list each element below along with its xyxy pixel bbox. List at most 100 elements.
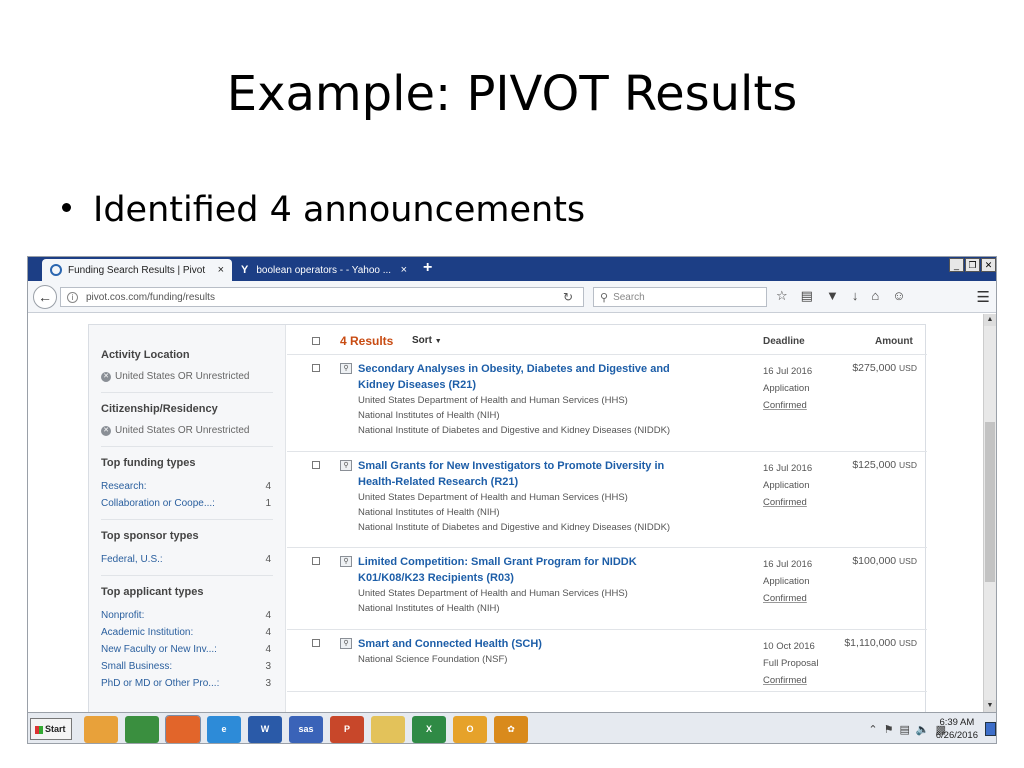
result-title-link[interactable]: Smart and Connected Health (SCH) bbox=[358, 636, 743, 652]
document-preview-icon[interactable]: ⚲ bbox=[340, 460, 352, 471]
scroll-thumb[interactable] bbox=[985, 422, 995, 582]
pocket-icon[interactable]: ▼ bbox=[826, 288, 839, 304]
network-icon[interactable]: ▤ bbox=[899, 723, 909, 736]
facet-option[interactable]: New Faculty or New Inv...: 4 bbox=[101, 644, 273, 655]
result-row: ⚲ Small Grants for New Investigators to … bbox=[287, 452, 927, 548]
powerpoint-icon[interactable]: P bbox=[330, 716, 364, 743]
tray-expand-icon[interactable]: ⌃ bbox=[868, 723, 877, 736]
facet-option-label: PhD or MD or Other Pro...: bbox=[101, 678, 220, 689]
tab-yahoo[interactable]: Y boolean operators - - Yahoo ... × bbox=[233, 259, 415, 281]
bullet-dot bbox=[62, 202, 71, 212]
facet-sponsor-types: Top sponsor types Federal, U.S.: 4 bbox=[89, 520, 285, 565]
sort-dropdown[interactable]: Sort ▼ bbox=[412, 335, 442, 346]
reading-list-icon[interactable]: ▤ bbox=[801, 288, 813, 304]
currency: USD bbox=[899, 556, 917, 566]
home-icon[interactable]: ⌂ bbox=[871, 288, 879, 304]
show-desktop-button[interactable] bbox=[985, 722, 996, 736]
amount-value: $125,000 bbox=[852, 459, 897, 471]
deadline-status: Confirmed bbox=[763, 497, 807, 508]
facet-option-count: 1 bbox=[265, 498, 271, 509]
pivot-icon bbox=[50, 264, 62, 276]
start-label: Start bbox=[45, 724, 66, 734]
filter-chip[interactable]: ✕ United States OR Unrestricted bbox=[101, 371, 273, 382]
result-title-link[interactable]: Small Grants for New Investigators to Pr… bbox=[358, 458, 743, 490]
facet-option[interactable]: Small Business: 3 bbox=[101, 661, 273, 672]
select-all-checkbox[interactable] bbox=[312, 337, 320, 345]
minimize-button[interactable]: _ bbox=[949, 258, 964, 272]
tab-funding-search[interactable]: Funding Search Results | Pivot × bbox=[42, 259, 232, 281]
vertical-scrollbar[interactable]: ▲ ▼ bbox=[983, 314, 996, 712]
emoji-icon[interactable]: ☺ bbox=[892, 288, 905, 304]
facet-option[interactable]: PhD or MD or Other Pro...: 3 bbox=[101, 678, 273, 689]
new-tab-button[interactable]: + bbox=[423, 259, 432, 277]
flower-app-icon[interactable]: ✿ bbox=[494, 716, 528, 743]
navigation-bar: ← i pivot.cos.com/funding/results ↻ ⚲ Se… bbox=[28, 281, 996, 313]
address-bar[interactable]: i pivot.cos.com/funding/results bbox=[60, 287, 584, 307]
close-icon[interactable]: × bbox=[218, 264, 224, 276]
start-button[interactable]: Start bbox=[30, 718, 72, 740]
bookmark-star-icon[interactable]: ☆ bbox=[776, 288, 788, 304]
document-preview-icon[interactable]: ⚲ bbox=[340, 363, 352, 374]
yahoo-icon: Y bbox=[241, 264, 249, 276]
bullet-text: Identified 4 announcements bbox=[93, 190, 586, 230]
facet-option[interactable]: Federal, U.S.: 4 bbox=[101, 554, 273, 565]
browser-screenshot: Funding Search Results | Pivot × Y boole… bbox=[27, 256, 997, 744]
deadline-info: 16 Jul 2016 Application Confirmed bbox=[763, 363, 812, 414]
result-checkbox[interactable] bbox=[312, 461, 320, 469]
word-icon[interactable]: W bbox=[248, 716, 282, 743]
currency: USD bbox=[899, 460, 917, 470]
result-checkbox[interactable] bbox=[312, 557, 320, 565]
document-preview-icon[interactable]: ⚲ bbox=[340, 556, 352, 567]
folder-icon[interactable] bbox=[371, 716, 405, 743]
result-title-link[interactable]: Secondary Analyses in Obesity, Diabetes … bbox=[358, 361, 743, 393]
system-tray: ⌃ ⚑ ▤ 🔈 ▩ bbox=[868, 723, 946, 736]
reload-icon[interactable]: ↻ bbox=[563, 290, 573, 304]
sponsor-name: United States Department of Health and H… bbox=[358, 395, 628, 406]
search-input[interactable]: ⚲ Search bbox=[593, 287, 767, 307]
outlook-express-icon[interactable] bbox=[84, 716, 118, 743]
facet-option[interactable]: Nonprofit: 4 bbox=[101, 610, 273, 621]
facet-option-count: 4 bbox=[265, 610, 271, 621]
excel-icon[interactable]: X bbox=[412, 716, 446, 743]
facet-option-label: New Faculty or New Inv...: bbox=[101, 644, 217, 655]
facet-option-label: Small Business: bbox=[101, 661, 173, 672]
outlook-icon[interactable]: O bbox=[453, 716, 487, 743]
results-panel: Activity Location ✕ United States OR Unre… bbox=[88, 324, 927, 715]
result-title-link[interactable]: Limited Competition: Small Grant Program… bbox=[358, 554, 743, 586]
result-checkbox[interactable] bbox=[312, 364, 320, 372]
flag-tray-icon[interactable]: ⚑ bbox=[884, 723, 894, 736]
internet-explorer-icon[interactable]: e bbox=[207, 716, 241, 743]
restore-button[interactable]: ❐ bbox=[965, 258, 980, 272]
facet-title: Top applicant types bbox=[101, 586, 204, 598]
info-icon[interactable]: i bbox=[67, 291, 78, 303]
document-preview-icon[interactable]: ⚲ bbox=[340, 638, 352, 649]
scroll-up-arrow-icon[interactable]: ▲ bbox=[984, 314, 996, 326]
facet-funding-types: Top funding types Research: 4 Collaborati… bbox=[89, 447, 285, 509]
facet-title: Top sponsor types bbox=[101, 530, 199, 542]
back-button[interactable]: ← bbox=[33, 285, 57, 309]
system-clock[interactable]: 6:39 AM 6/26/2016 bbox=[936, 716, 978, 742]
facet-option[interactable]: Academic Institution: 4 bbox=[101, 627, 273, 638]
facet-option-label: Nonprofit: bbox=[101, 610, 145, 621]
close-icon[interactable]: × bbox=[401, 264, 407, 276]
clock-date: 6/26/2016 bbox=[935, 730, 978, 741]
remove-filter-icon[interactable]: ✕ bbox=[101, 425, 111, 436]
filter-chip[interactable]: ✕ United States OR Unrestricted bbox=[101, 425, 273, 436]
sas-icon[interactable]: sas bbox=[289, 716, 323, 743]
remove-filter-icon[interactable]: ✕ bbox=[101, 371, 111, 382]
facet-option-label: Academic Institution: bbox=[101, 627, 194, 638]
result-checkbox[interactable] bbox=[312, 639, 320, 647]
facet-option[interactable]: Research: 4 bbox=[101, 481, 273, 492]
firefox-icon[interactable] bbox=[165, 715, 201, 743]
download-icon[interactable]: ↓ bbox=[852, 288, 859, 304]
volume-icon[interactable]: 🔈 bbox=[916, 723, 930, 736]
hamburger-menu-icon[interactable]: ☰ bbox=[977, 288, 990, 306]
chrome-icon[interactable] bbox=[125, 716, 159, 743]
award-amount: $125,000 USD bbox=[833, 459, 917, 471]
window-close-button[interactable]: ✕ bbox=[981, 258, 996, 272]
deadline-status: Confirmed bbox=[763, 675, 807, 686]
facet-option[interactable]: Collaboration or Coope...: 1 bbox=[101, 498, 273, 509]
sponsor-name: National Science Foundation (NSF) bbox=[358, 654, 508, 665]
facet-title: Citizenship/Residency bbox=[101, 403, 218, 415]
scroll-down-arrow-icon[interactable]: ▼ bbox=[984, 700, 996, 712]
